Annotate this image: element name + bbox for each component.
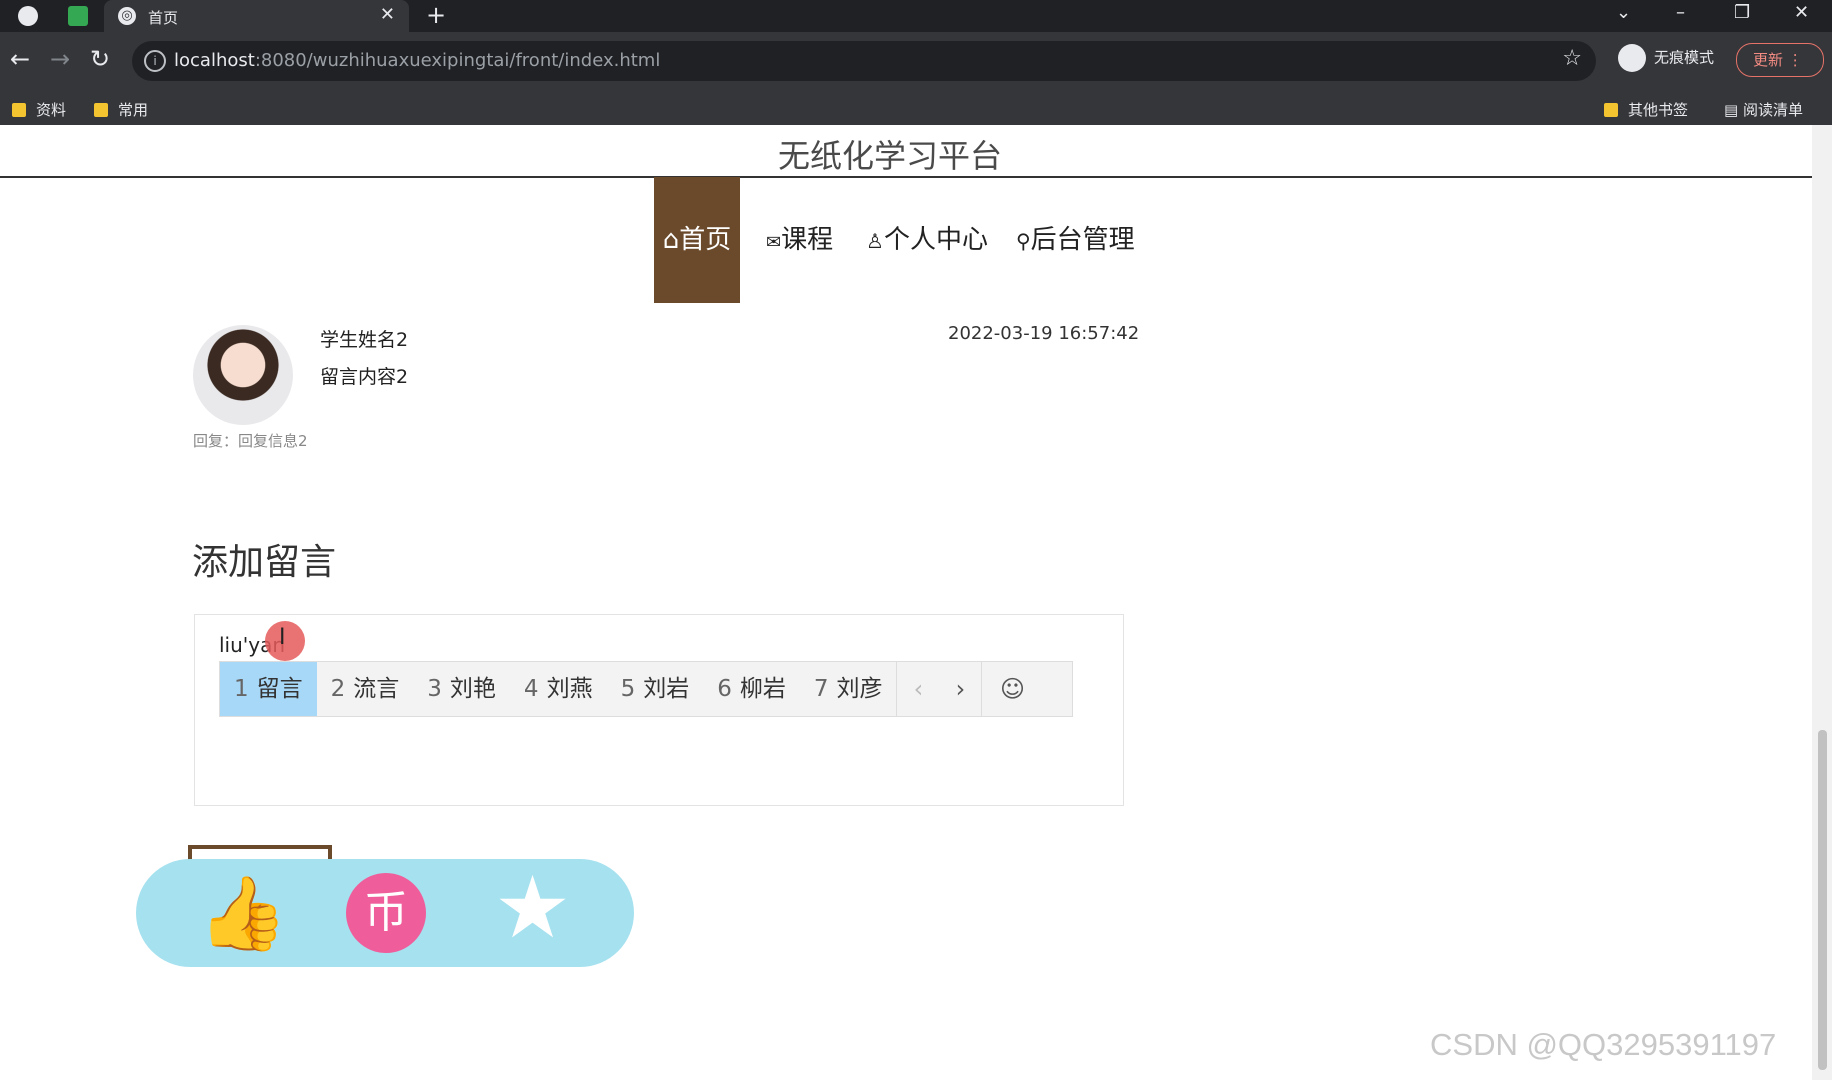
- bookmark-folder[interactable]: 其他书签: [1604, 99, 1688, 120]
- info-icon[interactable]: i: [144, 50, 166, 72]
- nav-home[interactable]: ⌂首页: [654, 177, 740, 303]
- ime-candidate[interactable]: 1 留言: [220, 662, 317, 716]
- bookmarks-bar: 资料 常用 其他书签 ▤ 阅读清单: [0, 92, 1832, 126]
- browser-toolbar: ← → ↻ i localhost:8080/wuzhihuaxuexiping…: [0, 32, 1832, 92]
- message-time: 2022-03-19 16:57:42: [948, 323, 1140, 344]
- message-reply: 回复：回复信息2: [193, 432, 308, 450]
- incognito-indicator[interactable]: 无痕模式: [1618, 44, 1714, 72]
- mail-icon: ✉: [766, 232, 782, 253]
- folder-icon: [1604, 103, 1618, 117]
- tab-search-icon[interactable]: ⌄: [1616, 2, 1631, 23]
- star-icon[interactable]: ★: [494, 865, 571, 951]
- nav-admin[interactable]: ⚲后台管理: [1016, 177, 1135, 303]
- chrome-icon[interactable]: [18, 6, 38, 26]
- new-tab-icon[interactable]: +: [426, 1, 446, 29]
- avatar: [193, 325, 293, 425]
- message-content: 留言内容2: [320, 366, 409, 388]
- add-message-title: 添加留言: [192, 542, 337, 583]
- ime-next-page-icon[interactable]: ›: [939, 662, 981, 716]
- ime-candidate[interactable]: 4 刘燕: [510, 662, 607, 716]
- url-text[interactable]: localhost:8080/wuzhihuaxuexipingtai/fron…: [174, 50, 660, 71]
- update-button[interactable]: 更新 ⋮: [1736, 43, 1824, 77]
- ime-candidate[interactable]: 3 刘艳: [413, 662, 510, 716]
- message-textarea[interactable]: liu'yan I 1 留言 2 流言 3 刘艳 4 刘燕 5 刘岩 6 柳岩 7 刘彦 ‹ …: [194, 614, 1124, 806]
- ime-candidate[interactable]: 2 流言: [317, 662, 414, 716]
- page-scrollbar[interactable]: [1812, 125, 1832, 1080]
- minimize-icon[interactable]: –: [1676, 2, 1685, 23]
- close-window-icon[interactable]: ✕: [1794, 2, 1809, 23]
- globe-icon: ◎: [118, 7, 136, 25]
- back-icon[interactable]: ←: [10, 45, 30, 73]
- home-icon: ⌂: [662, 225, 680, 255]
- browser-titlebar: ◎ 首页 ✕ + ⌄ – ❐ ✕: [0, 0, 1832, 32]
- message-author: 学生姓名2: [320, 329, 409, 351]
- text-cursor-icon: I: [279, 625, 286, 650]
- reload-icon[interactable]: ↻: [90, 45, 110, 73]
- ime-candidate[interactable]: 5 刘岩: [607, 662, 704, 716]
- ime-candidate[interactable]: 6 柳岩: [703, 662, 800, 716]
- ime-candidate-bar: 1 留言 2 流言 3 刘艳 4 刘燕 5 刘岩 6 柳岩 7 刘彦 ‹ › ☺: [219, 661, 1073, 717]
- link-icon: ⚲: [1016, 229, 1031, 253]
- coin-icon[interactable]: 币: [346, 873, 426, 953]
- floating-action-bar: 👍 币 ★: [136, 859, 634, 967]
- site-title: 无纸化学习平台: [777, 137, 1002, 175]
- folder-icon: [12, 103, 26, 117]
- close-tab-icon[interactable]: ✕: [380, 4, 395, 25]
- forward-icon[interactable]: →: [50, 45, 70, 73]
- emoji-icon[interactable]: ☺: [981, 662, 1042, 716]
- reading-list[interactable]: ▤ 阅读清单: [1724, 99, 1803, 120]
- tab-title: 首页: [148, 9, 179, 27]
- scrollbar-thumb[interactable]: [1818, 730, 1827, 1070]
- thumbs-up-icon[interactable]: 👍: [198, 873, 288, 953]
- page-content: 无纸化学习平台 ⌂首页 ✉课程 ♙个人中心 ⚲后台管理 学生姓名2 留言内容2 …: [0, 125, 1812, 1080]
- user-icon: ♙: [866, 229, 884, 253]
- ime-candidate[interactable]: 7 刘彦: [800, 662, 897, 716]
- bookmark-folder[interactable]: 常用: [94, 99, 148, 120]
- sheets-tab-icon[interactable]: [68, 6, 88, 26]
- tab-home[interactable]: ◎ 首页 ✕: [104, 0, 409, 32]
- nav-courses[interactable]: ✉课程: [766, 177, 833, 303]
- watermark: CSDN @QQ3295391197: [1430, 1027, 1777, 1062]
- restore-icon[interactable]: ❐: [1734, 2, 1750, 23]
- bookmark-folder[interactable]: 资料: [12, 99, 66, 120]
- address-bar[interactable]: i localhost:8080/wuzhihuaxuexipingtai/fr…: [132, 41, 1596, 81]
- folder-icon: [94, 103, 108, 117]
- bookmark-star-icon[interactable]: ☆: [1562, 46, 1582, 71]
- incognito-icon: [1618, 44, 1646, 72]
- nav-profile[interactable]: ♙个人中心: [866, 177, 988, 303]
- ime-prev-page-icon[interactable]: ‹: [896, 662, 939, 716]
